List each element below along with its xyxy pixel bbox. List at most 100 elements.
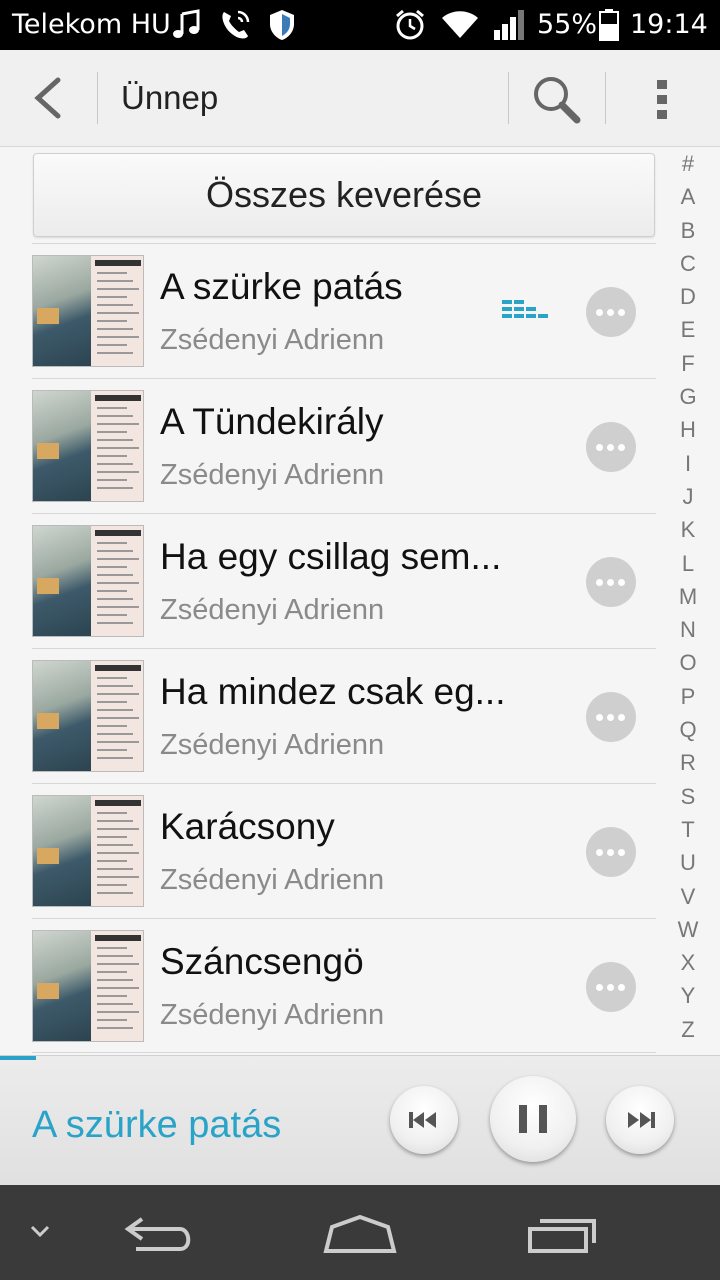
home-icon[interactable] <box>322 1213 398 1257</box>
previous-button[interactable] <box>390 1086 458 1154</box>
alphabet-index-letter[interactable]: V <box>672 880 704 913</box>
song-row[interactable]: A Tündekirály Zsédenyi Adrienn <box>32 378 656 513</box>
page-title: Ünnep <box>121 79 219 116</box>
alphabet-index-letter[interactable]: G <box>672 380 704 413</box>
album-art-tracklist-line <box>97 820 133 822</box>
album-art-badge <box>37 443 59 459</box>
album-art-tracklist-line <box>97 860 127 862</box>
alphabet-index-letter[interactable]: R <box>672 746 704 779</box>
alphabet-index-letter[interactable]: O <box>672 646 704 679</box>
now-playing-title[interactable]: A szürke patás <box>32 1104 281 1147</box>
album-art-tracklist-line <box>97 407 127 409</box>
song-more-options-icon[interactable] <box>586 287 636 337</box>
alphabet-index-letter[interactable]: T <box>672 813 704 846</box>
alphabet-index-letter[interactable]: N <box>672 613 704 646</box>
song-row[interactable]: Száncsengö Zsédenyi Adrienn <box>32 918 656 1053</box>
alphabet-index-letter[interactable]: S <box>672 780 704 813</box>
album-art-tracklist-line <box>97 423 139 425</box>
album-art-tracklist-line <box>97 1019 127 1021</box>
album-art-tracklist-line <box>97 987 139 989</box>
alarm-icon <box>396 9 424 40</box>
album-art-tracklist-line <box>97 868 133 870</box>
overflow-menu-icon[interactable] <box>640 70 684 128</box>
album-art <box>32 660 144 772</box>
phone-call-icon <box>222 10 250 39</box>
album-art-tracklist-line <box>97 312 139 314</box>
album-art-badge <box>37 848 59 864</box>
shuffle-all-button[interactable]: Összes keverése <box>33 153 655 237</box>
alphabet-index[interactable]: # A B C D E F G H I J K L M N O P Q R S T U V W X Y Z <box>672 147 704 1046</box>
action-bar: Ünnep <box>0 50 720 147</box>
music-note-icon <box>173 9 200 38</box>
back-icon[interactable] <box>18 68 78 128</box>
song-more-options-icon[interactable] <box>586 422 636 472</box>
alphabet-index-letter[interactable]: K <box>672 513 704 546</box>
song-more-options-icon[interactable] <box>586 692 636 742</box>
alphabet-index-letter[interactable]: H <box>672 413 704 446</box>
album-art-tracklist-line <box>97 328 133 330</box>
alphabet-index-letter[interactable]: L <box>672 547 704 580</box>
alphabet-index-letter[interactable]: E <box>672 313 704 346</box>
album-art-tracklist-line <box>97 955 133 957</box>
recents-icon[interactable] <box>526 1215 598 1255</box>
alphabet-index-letter[interactable]: D <box>672 280 704 313</box>
alphabet-index-letter[interactable]: Z <box>672 1013 704 1046</box>
album-art-header <box>95 530 141 536</box>
alphabet-index-letter[interactable]: I <box>672 447 704 480</box>
song-row[interactable]: Ha egy csillag sem... Zsédenyi Adrienn <box>32 513 656 648</box>
album-art-badge <box>37 713 59 729</box>
alphabet-index-letter[interactable]: # <box>672 147 704 180</box>
album-art-tracklist-line <box>97 304 133 306</box>
alphabet-index-letter[interactable]: U <box>672 846 704 879</box>
album-art-tracklist-line <box>97 606 139 608</box>
album-art-tracklist-line <box>97 971 127 973</box>
album-art-tracklist-line <box>97 463 133 465</box>
song-title: Ha mindez csak eg... <box>160 671 506 712</box>
alphabet-index-letter[interactable]: J <box>672 480 704 513</box>
alphabet-index-letter[interactable]: B <box>672 214 704 247</box>
back-nav-icon[interactable] <box>122 1213 198 1257</box>
song-row[interactable]: Karácsony Zsédenyi Adrienn <box>32 783 656 918</box>
song-title: Száncsengö <box>160 941 364 982</box>
album-art-tracklist-line <box>97 566 127 568</box>
search-icon[interactable] <box>527 70 585 128</box>
now-playing-bar[interactable]: A szürke patás <box>0 1055 720 1186</box>
alphabet-index-letter[interactable]: X <box>672 946 704 979</box>
alphabet-index-letter[interactable]: Q <box>672 713 704 746</box>
album-art-tracklist-line <box>97 344 127 346</box>
wifi-icon <box>442 11 478 38</box>
alphabet-index-letter[interactable]: M <box>672 580 704 613</box>
album-art-tracklist-line <box>97 352 133 354</box>
alphabet-index-letter[interactable]: C <box>672 247 704 280</box>
album-art-tracklist-line <box>97 479 127 481</box>
chevron-down-icon[interactable] <box>28 1221 52 1241</box>
album-art-tracklist-line <box>97 542 127 544</box>
previous-icon <box>409 1112 436 1128</box>
next-button[interactable] <box>606 1086 674 1154</box>
song-row[interactable]: A szürke patás Zsédenyi Adrienn <box>32 243 656 378</box>
album-art-tracklist-line <box>97 574 133 576</box>
pause-button[interactable] <box>490 1076 576 1162</box>
album-art-tracklist-line <box>97 415 133 417</box>
album-art-tracklist-line <box>97 320 127 322</box>
song-artist: Zsédenyi Adrienn <box>160 729 385 761</box>
navigation-bar <box>0 1185 720 1280</box>
alphabet-index-letter[interactable]: Y <box>672 979 704 1012</box>
album-art-tracklist-line <box>97 622 133 624</box>
song-more-options-icon[interactable] <box>586 827 636 877</box>
song-more-options-icon[interactable] <box>586 962 636 1012</box>
divider <box>508 72 509 124</box>
song-more-options-icon[interactable] <box>586 557 636 607</box>
song-artist: Zsédenyi Adrienn <box>160 459 385 491</box>
song-row[interactable]: Ha mindez csak eg... Zsédenyi Adrienn <box>32 648 656 783</box>
album-art-tracklist-line <box>97 487 133 489</box>
album-art-badge <box>37 578 59 594</box>
album-art-tracklist-line <box>97 455 127 457</box>
song-artist: Zsédenyi Adrienn <box>160 594 385 626</box>
song-title: Karácsony <box>160 806 335 847</box>
alphabet-index-letter[interactable]: A <box>672 180 704 213</box>
alphabet-index-letter[interactable]: P <box>672 680 704 713</box>
album-art <box>32 525 144 637</box>
alphabet-index-letter[interactable]: W <box>672 913 704 946</box>
alphabet-index-letter[interactable]: F <box>672 347 704 380</box>
